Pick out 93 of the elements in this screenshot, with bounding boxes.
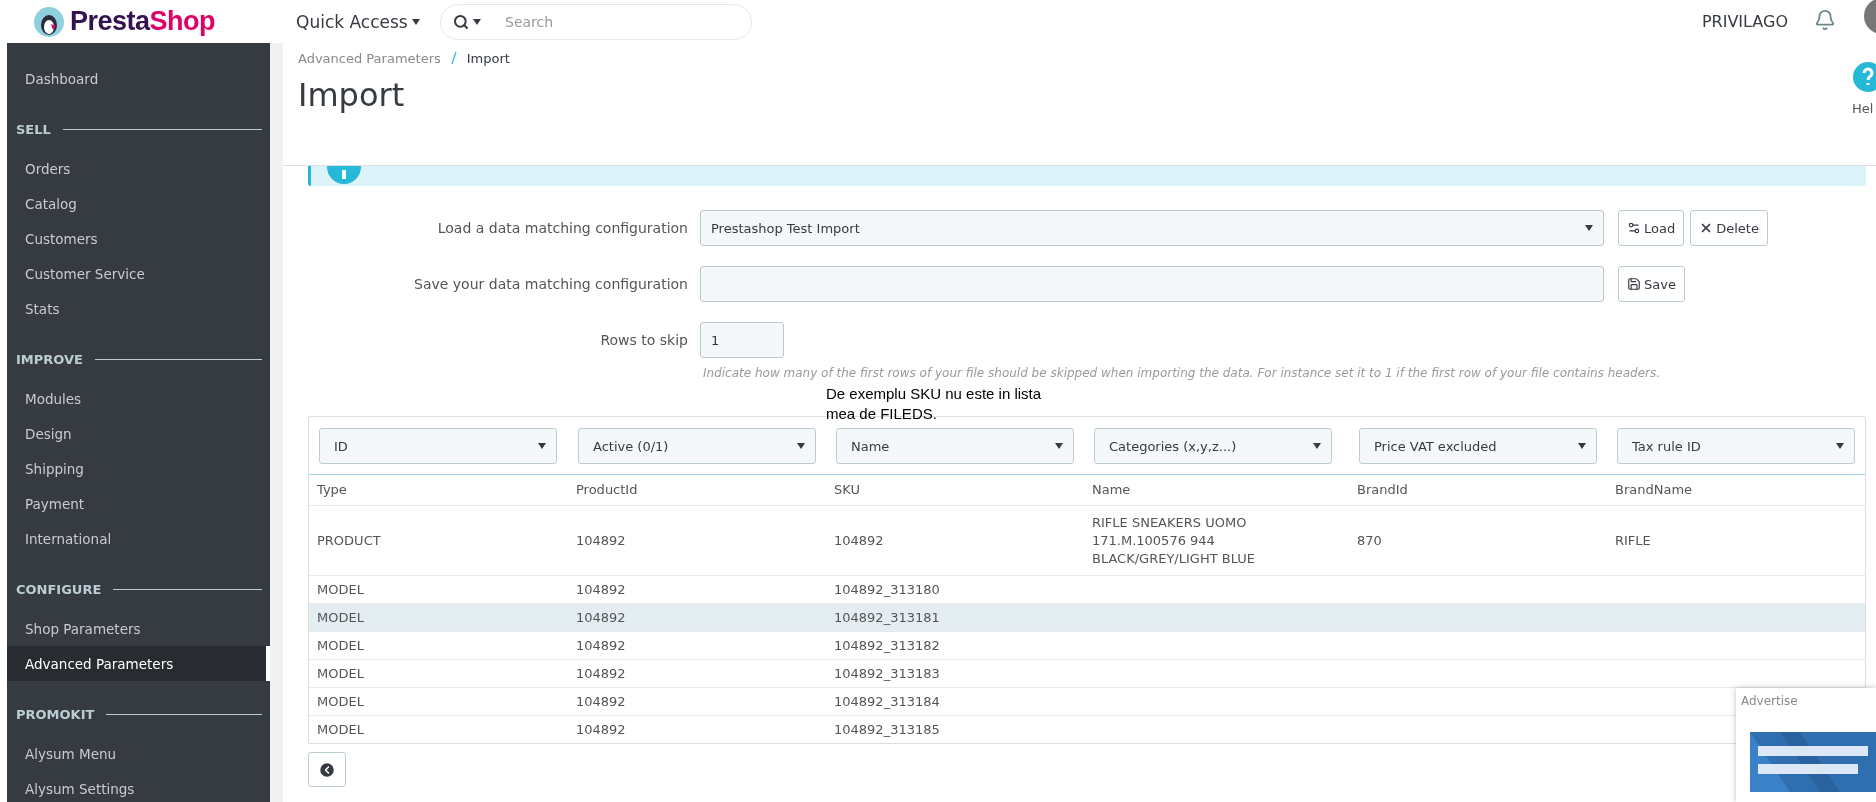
sidebar-item[interactable]: Catalog xyxy=(7,186,270,221)
sidebar-item[interactable]: Alysum Settings xyxy=(7,771,270,802)
table-cell-text: MODEL xyxy=(317,580,365,599)
table-cell-text: RIFLE xyxy=(1615,531,1652,550)
sidebar-item[interactable]: Shipping xyxy=(7,451,270,486)
sidebar-item[interactable]: Alysum Menu xyxy=(7,736,270,771)
table-cell-text: 104892_313182 xyxy=(834,636,941,655)
field-select[interactable]: Active (0/1) xyxy=(578,428,816,464)
caret-icon xyxy=(1836,443,1844,449)
column-header: BrandId xyxy=(1357,481,1409,499)
field-label: Save your data matching configuration xyxy=(413,276,688,292)
table-cell-text: 104892 xyxy=(576,636,627,655)
help-button[interactable]: Hel xyxy=(1852,61,1876,116)
caret-icon xyxy=(411,18,420,25)
column-header: Name xyxy=(1092,481,1132,499)
sidebar-item[interactable]: Modules xyxy=(7,381,270,416)
table-cell-text: MODEL xyxy=(317,636,365,655)
column-header: BrandName xyxy=(1615,481,1694,499)
caret-icon xyxy=(473,18,481,25)
chevron-left-icon xyxy=(318,760,336,779)
section-heading: PROMOKIT xyxy=(16,707,95,722)
section-heading: SELL xyxy=(16,122,51,137)
breadcrumb-link[interactable]: Advanced Parameters xyxy=(298,51,441,66)
sidebar-item[interactable]: Shop Parameters xyxy=(7,611,270,646)
save-icon xyxy=(1627,277,1641,291)
caret-icon xyxy=(1585,225,1593,231)
quick-access-menu[interactable]: Quick Access xyxy=(296,11,440,32)
table-cell-text: 104892 xyxy=(834,531,885,550)
caret-icon xyxy=(1578,443,1586,449)
sidebar-item[interactable]: Orders xyxy=(7,151,270,186)
page-title: Import xyxy=(298,76,406,114)
caret-icon xyxy=(1313,443,1321,449)
table-cell-text: 104892_313185 xyxy=(834,720,941,739)
table-cell-text: MODEL xyxy=(317,608,365,627)
annotation-text: De exemplu SKU nu este in lista mea de FILEDS. xyxy=(826,384,1042,424)
help-icon xyxy=(1852,61,1876,93)
logo-icon xyxy=(34,6,64,37)
section-heading: CONFIGURE xyxy=(16,582,102,597)
breadcrumb-link[interactable]: Import xyxy=(466,51,510,66)
sidebar-item[interactable]: Stats xyxy=(7,291,270,326)
sidebar-item[interactable]: International xyxy=(7,521,270,556)
slash-icon xyxy=(450,51,457,65)
field-select[interactable]: Categories (x,y,z...) xyxy=(1094,428,1332,464)
notifications-icon[interactable] xyxy=(1814,9,1836,31)
table-cell-text: 870 xyxy=(1357,531,1383,550)
logo-wordmark: PrestaShop xyxy=(70,6,216,37)
column-header: ProductId xyxy=(576,481,639,499)
configuration-select[interactable]: Prestashop Test Import xyxy=(700,210,1604,246)
section-heading: IMPROVE xyxy=(16,352,83,367)
caret-icon xyxy=(538,443,546,449)
sidebar-item[interactable]: Customers xyxy=(7,221,270,256)
table-cell-text: 104892 xyxy=(576,664,627,683)
caret-icon xyxy=(1055,443,1063,449)
configuration-name-field[interactable] xyxy=(700,266,1604,302)
field-select[interactable]: ID xyxy=(319,428,557,464)
caret-icon xyxy=(797,443,805,449)
load-button[interactable]: Load xyxy=(1618,210,1685,246)
field-select[interactable]: Tax rule ID xyxy=(1617,428,1855,464)
help-text: Indicate how many of the first rows of your file should be skipped when importing the data. For instance set it to 1 if the first row of your file contains headers. xyxy=(703,366,1662,380)
table-cell-text: 104892_313180 xyxy=(834,580,941,599)
table-cell-text: 104892_313183 xyxy=(834,664,941,683)
table-cell-text: 104892 xyxy=(576,580,627,599)
avatar-icon[interactable] xyxy=(1862,0,1876,36)
table-cell-text: MODEL xyxy=(317,692,365,711)
field-select[interactable]: Name xyxy=(836,428,1074,464)
table-cell-text: MODEL xyxy=(317,720,365,739)
search-field[interactable]: Search xyxy=(503,12,723,31)
sidebar-item[interactable]: Customer Service xyxy=(7,256,270,291)
back-button[interactable] xyxy=(308,752,346,787)
table-cell-text: 104892_313181 xyxy=(834,608,941,627)
table-cell-text: MODEL xyxy=(317,664,365,683)
table-cell-text: RIFLE SNEAKERS UOMO 171.M.100576 944 BLACK/GREY/LIGHT BLUE xyxy=(1092,513,1256,568)
column-header: SKU xyxy=(834,481,861,499)
field-select[interactable]: Price VAT excluded xyxy=(1359,428,1597,464)
shop-name[interactable]: PRIVILAGO xyxy=(1701,12,1788,31)
table-cell-text: PRODUCT xyxy=(317,531,382,550)
table-cell-text: 104892 xyxy=(576,720,627,739)
sidebar-item[interactable]: Payment xyxy=(7,486,270,521)
search-icon xyxy=(453,13,469,30)
field-label: Load a data matching configuration xyxy=(436,220,688,236)
sidebar-item[interactable]: Design xyxy=(7,416,270,451)
advertise-title: Advertise xyxy=(1741,694,1799,708)
table-cell-text: 104892 xyxy=(576,608,627,627)
sidebar-item[interactable]: Dashboard xyxy=(7,61,270,96)
rows-to-skip-field[interactable]: 1 xyxy=(700,322,784,358)
field-label: Rows to skip xyxy=(599,332,688,348)
delete-button[interactable]: Delete xyxy=(1690,210,1768,246)
save-button[interactable]: Save xyxy=(1618,266,1685,302)
table-cell-text: 104892 xyxy=(576,531,627,550)
table-cell-text: 104892_313184 xyxy=(834,692,941,711)
sidebar-item[interactable]: Advanced Parameters xyxy=(7,646,270,681)
table-cell-text: 104892 xyxy=(576,692,627,711)
column-header: Type xyxy=(317,481,348,499)
